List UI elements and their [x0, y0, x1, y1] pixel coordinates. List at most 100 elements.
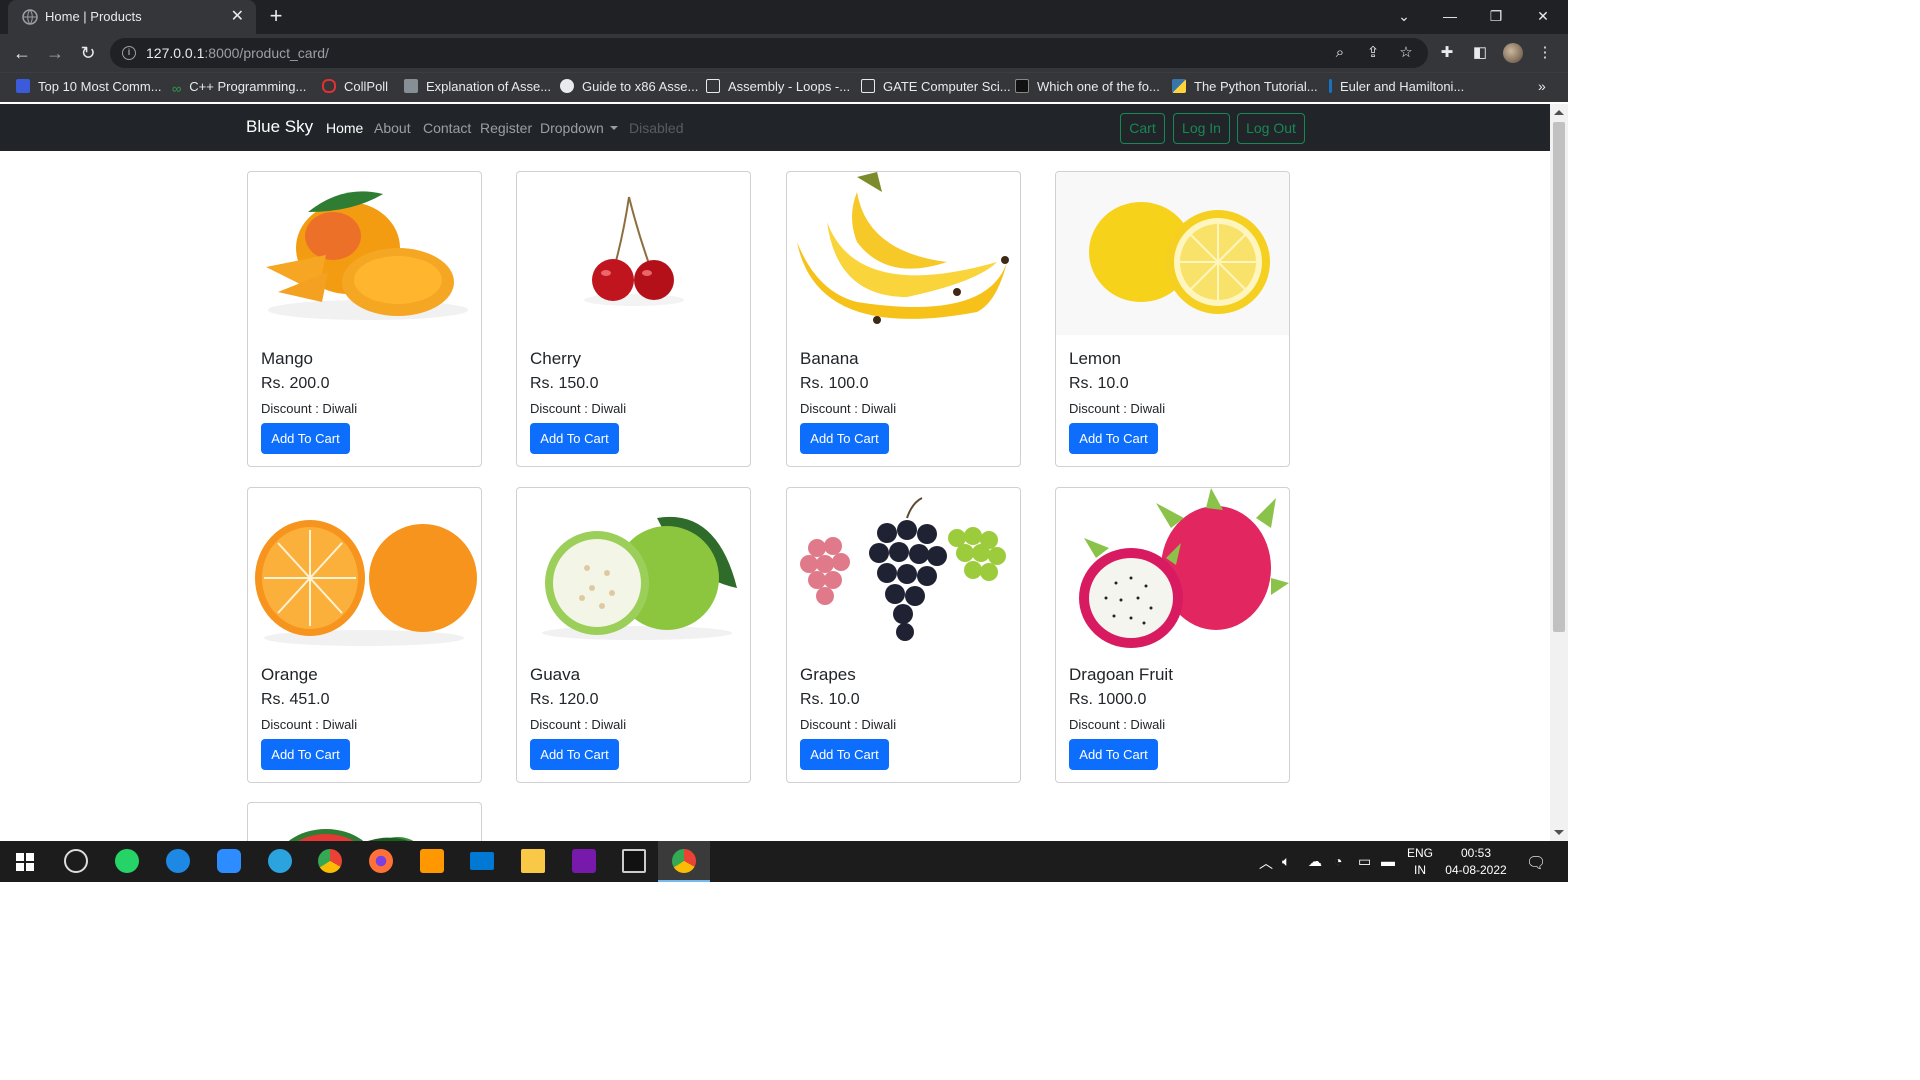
nav-register[interactable]: Register [480, 120, 532, 136]
brand-logo[interactable]: Blue Sky [246, 117, 313, 137]
product-card-orange: Orange Rs. 451.0 Discount : Diwali Add T… [247, 487, 482, 783]
whatsapp-icon[interactable] [115, 849, 139, 873]
nav-about[interactable]: About [374, 120, 411, 136]
reload-icon[interactable]: ↻ [76, 42, 100, 64]
notification-icon[interactable]: 🗨︎ [1526, 853, 1546, 873]
zoom-icon[interactable]: ⌕ [1331, 44, 1349, 62]
bookmark-star-icon[interactable]: ☆ [1397, 44, 1415, 62]
share-icon[interactable]: ⇪ [1364, 44, 1382, 62]
close-window-icon[interactable]: ✕ [1520, 0, 1566, 34]
close-tab-icon[interactable]: ✕ [231, 6, 244, 26]
bookmark-item[interactable]: Assembly - Loops -... [706, 79, 850, 97]
bookmark-label: Assembly - Loops -... [728, 79, 851, 94]
bookmark-icon [1329, 79, 1332, 93]
globe-icon [560, 79, 574, 93]
nav-home[interactable]: Home [326, 120, 363, 136]
zoom-app-icon[interactable] [217, 849, 241, 873]
nav-contact[interactable]: Contact [423, 120, 471, 136]
product-card-lemon: Lemon Rs. 10.0 Discount : Diwali Add To … [1055, 171, 1290, 467]
language-indicator[interactable]: ENG IN [1406, 845, 1434, 879]
add-to-cart-button[interactable]: Add To Cart [261, 423, 350, 454]
scroll-up-arrow-icon[interactable] [1554, 110, 1564, 115]
side-panel-icon[interactable]: ◧ [1471, 44, 1489, 62]
bookmarks-bar: Top 10 Most Comm... ∞ C++ Programming... … [0, 72, 1568, 102]
address-bar[interactable]: i 127.0.0.1:8000/product_card/ ⌕ ⇪ ☆ [110, 38, 1428, 68]
onenote-icon[interactable] [572, 849, 596, 873]
clock[interactable]: 00:53 04-08-2022 [1440, 845, 1512, 879]
volume-icon[interactable]: 🔈︎ [1282, 853, 1290, 870]
bookmark-label: GATE Computer Sci... [883, 79, 1011, 94]
product-name: Lemon [1069, 349, 1121, 368]
site-info-icon[interactable]: i [122, 46, 136, 60]
add-to-cart-button[interactable]: Add To Cart [1069, 739, 1158, 770]
scroll-down-arrow-icon[interactable] [1554, 830, 1564, 835]
product-name: Guava [530, 665, 581, 684]
add-to-cart-button[interactable]: Add To Cart [1069, 423, 1158, 454]
bookmark-item[interactable]: CollPoll [322, 79, 388, 97]
sublime-icon[interactable] [420, 849, 444, 873]
product-name: Cherry [530, 349, 582, 368]
minimize-icon[interactable]: — [1427, 0, 1473, 34]
safari-icon[interactable] [166, 849, 190, 873]
forward-icon[interactable]: → [43, 42, 67, 64]
speech-bubble-icon [322, 79, 336, 93]
product-name: Banana [800, 349, 859, 368]
product-price: Rs. 10.0 [1069, 375, 1129, 392]
extensions-icon[interactable]: ✚ [1438, 44, 1456, 62]
file-explorer-icon[interactable] [521, 849, 545, 873]
bookmark-item[interactable]: Guide to x86 Asse... [560, 79, 698, 97]
bookmark-item[interactable]: Euler and Hamiltoni... [1329, 79, 1464, 97]
nav-dropdown[interactable]: Dropdown [540, 120, 618, 136]
profile-avatar[interactable] [1503, 43, 1523, 63]
bookmark-item[interactable]: The Python Tutorial... [1172, 79, 1318, 97]
product-card-watermelon [247, 802, 482, 841]
bookmark-item[interactable]: Explanation of Asse... [404, 79, 551, 97]
bookmark-item[interactable]: Top 10 Most Comm... [16, 79, 162, 97]
site-navbar: Blue Sky Home About Contact Register Dro… [0, 104, 1550, 151]
battery-icon[interactable]: ▬ [1381, 853, 1395, 869]
logout-button[interactable]: Log Out [1237, 113, 1305, 144]
infinity-icon: ∞ [172, 81, 182, 96]
hex-logo-icon [706, 79, 720, 93]
meet-icon[interactable]: ▭ [1358, 853, 1371, 870]
cart-button[interactable]: Cart [1120, 113, 1165, 144]
product-card-dragon-fruit: Dragoan Fruit Rs. 1000.0 Discount : Diwa… [1055, 487, 1290, 783]
add-to-cart-button[interactable]: Add To Cart [530, 739, 619, 770]
menu-kebab-icon[interactable]: ⋮ [1536, 44, 1554, 62]
bookmark-label: Explanation of Asse... [426, 79, 552, 94]
tray-chevron-icon[interactable]: ︿ [1259, 853, 1273, 873]
restore-icon[interactable]: ❐ [1473, 0, 1519, 34]
add-to-cart-button[interactable]: Add To Cart [800, 423, 889, 454]
banana-image [797, 172, 1009, 324]
browser-tab[interactable]: Home | Products ✕ [8, 0, 256, 34]
windows-start-icon[interactable] [16, 853, 34, 871]
bookmark-item[interactable]: GATE Computer Sci... [861, 79, 1011, 97]
bookmark-item[interactable]: Which one of the fo... [1015, 79, 1160, 97]
mango-image [266, 191, 468, 320]
dell-icon[interactable] [64, 849, 88, 873]
product-discount: Discount : Diwali [261, 717, 358, 732]
chrome-active-icon[interactable] [672, 849, 696, 873]
more-bookmarks-icon[interactable]: » [1538, 78, 1546, 94]
terminal-icon[interactable] [622, 849, 646, 873]
wifi-icon[interactable]: ◔ [1334, 853, 1342, 869]
telegram-icon[interactable] [268, 849, 292, 873]
new-tab-icon[interactable]: + [264, 3, 288, 29]
cloud-icon[interactable]: ☁ [1308, 853, 1322, 870]
add-to-cart-button[interactable]: Add To Cart [800, 739, 889, 770]
mail-icon[interactable] [470, 852, 494, 870]
tab-search-icon[interactable]: ⌄ [1381, 0, 1427, 34]
folder-icon [1015, 79, 1029, 93]
product-discount: Discount : Diwali [530, 717, 627, 732]
firefox-icon[interactable] [369, 849, 393, 873]
bookmark-item[interactable]: ∞ C++ Programming... [172, 79, 306, 97]
page-scrollbar[interactable] [1550, 104, 1568, 841]
login-button[interactable]: Log In [1173, 113, 1230, 144]
add-to-cart-button[interactable]: Add To Cart [530, 423, 619, 454]
product-discount: Discount : Diwali [800, 401, 897, 416]
globe-icon [22, 9, 38, 25]
add-to-cart-button[interactable]: Add To Cart [261, 739, 350, 770]
scrollbar-thumb[interactable] [1553, 122, 1565, 632]
back-icon[interactable]: ← [10, 42, 34, 64]
chrome-icon[interactable] [318, 849, 342, 873]
